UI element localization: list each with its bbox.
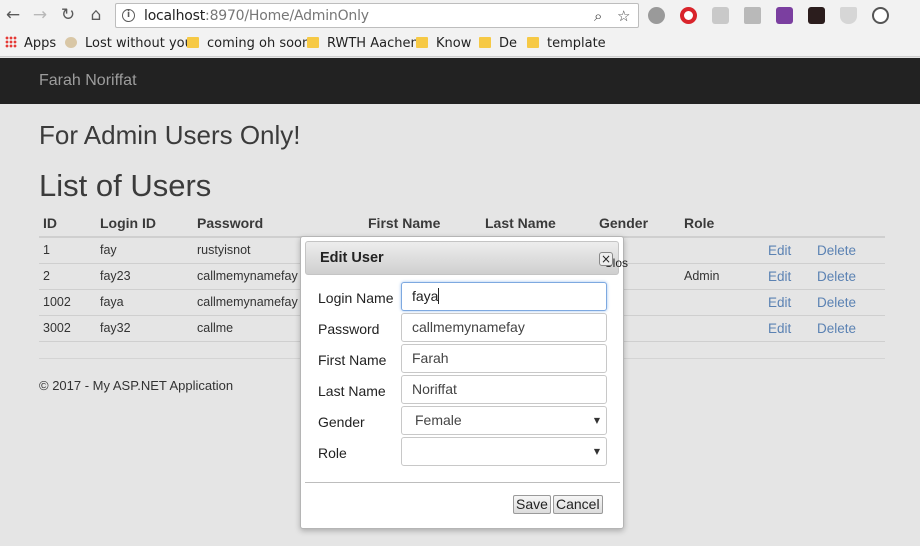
cell-id: 3002 [39,315,96,342]
back-icon[interactable]: ← [3,5,23,25]
cancel-button[interactable]: Cancel [553,495,603,514]
first-name-label: First Name [318,352,387,368]
edit-link[interactable]: Edit [768,269,791,284]
cell-role [680,315,764,342]
cell-id: 1002 [39,289,96,316]
bookmark-template[interactable]: template [527,35,606,53]
dialog-divider [305,482,620,483]
site-navbar: Farah Noriffat [0,58,920,104]
header-role: Role [680,210,764,238]
delete-link[interactable]: Delete [817,269,856,284]
header-login-id: Login ID [96,210,193,238]
bookmark-rwth-aachen[interactable]: RWTH Aachen [307,35,419,53]
cell-login: faya [96,289,193,316]
header-id: ID [39,210,96,238]
bookmark-star-icon[interactable]: ☆ [617,7,630,25]
eye-icon[interactable] [872,7,889,24]
brand-link[interactable]: Farah Noriffat [39,72,137,90]
apps-grid-icon [5,36,17,48]
onenote-icon[interactable] [776,7,793,24]
header-first-name: First Name [364,210,481,238]
header-password: Password [193,210,364,238]
cell-login: fay [96,237,193,264]
edit-user-dialog: Edit User Clos × Login Name faya Passwor… [300,236,628,529]
page-favicon-icon [65,37,77,48]
browser-toolbar: ← → ↻ ⌂ i localhost:8970/Home/AdminOnly … [0,0,920,31]
edit-link[interactable]: Edit [768,321,791,336]
dropdown-arrow-icon: ▼ [593,416,600,425]
login-name-input[interactable]: faya [401,282,607,311]
mail-icon[interactable] [712,7,729,24]
close-icon[interactable]: × [599,252,613,266]
cell-role: Admin [680,263,764,290]
list-title: List of Users [39,168,212,203]
bookmark-know[interactable]: Know [416,35,471,53]
last-name-label: Last Name [318,383,386,399]
bookmark-coming-oh-soon[interactable]: coming oh soon [187,35,310,53]
folder-icon [307,37,319,48]
role-label: Role [318,445,347,461]
delete-link[interactable]: Delete [817,321,856,336]
folder-icon [416,37,428,48]
folder-icon [479,37,491,48]
save-button[interactable]: Save [513,495,551,514]
dropdown-arrow-icon: ▼ [593,447,600,456]
extension-icon[interactable] [648,7,665,24]
delete-link[interactable]: Delete [817,295,856,310]
first-name-input[interactable]: Farah [401,344,607,373]
bookmark-apps[interactable]: Apps [5,35,56,53]
text-caret [438,288,440,304]
cell-id: 1 [39,237,96,264]
delete-link[interactable]: Delete [817,243,856,258]
bookmarks-bar: Apps Lost without you coming oh soon RWT… [0,31,920,57]
cell-role [680,237,764,264]
edit-link[interactable]: Edit [768,243,791,258]
home-icon[interactable]: ⌂ [86,5,106,25]
site-info-icon[interactable]: i [122,9,135,22]
cell-login: fay23 [96,263,193,290]
zoom-icon[interactable]: ⌕ [594,7,602,25]
cell-role [680,289,764,316]
cell-id: 2 [39,263,96,290]
footer-text: © 2017 - My ASP.NET Application [39,378,234,393]
drive-icon[interactable] [744,7,761,24]
address-bar[interactable]: i localhost:8970/Home/AdminOnly ⌕ ☆ [115,3,639,28]
reload-icon[interactable]: ↻ [58,5,78,25]
gender-select[interactable]: Female ▼ [401,406,607,435]
dialog-title: Edit User [320,250,384,266]
password-input[interactable]: callmemynamefay [401,313,607,342]
role-select[interactable]: ▼ [401,437,607,466]
header-last-name: Last Name [481,210,595,238]
folder-icon [187,37,199,48]
opera-icon[interactable] [680,7,697,24]
cell-login: fay32 [96,315,193,342]
bookmark-lost-without-you[interactable]: Lost without you [65,35,193,53]
page-title: For Admin Users Only! [39,120,301,150]
folder-icon [527,37,539,48]
table-header-row: ID Login ID Password First Name Last Nam… [39,210,885,238]
shield-icon[interactable] [840,7,857,24]
forward-icon[interactable]: → [30,5,50,25]
url-text: localhost:8970/Home/AdminOnly [144,8,369,24]
login-name-label: Login Name [318,290,394,306]
header-gender: Gender [595,210,680,238]
dialog-titlebar[interactable]: Edit User Clos × [305,241,628,275]
pdf-icon[interactable] [808,7,825,24]
bookmark-de[interactable]: De [479,35,517,53]
password-label: Password [318,321,380,337]
gender-label: Gender [318,414,365,430]
edit-link[interactable]: Edit [768,295,791,310]
last-name-input[interactable]: Noriffat [401,375,607,404]
